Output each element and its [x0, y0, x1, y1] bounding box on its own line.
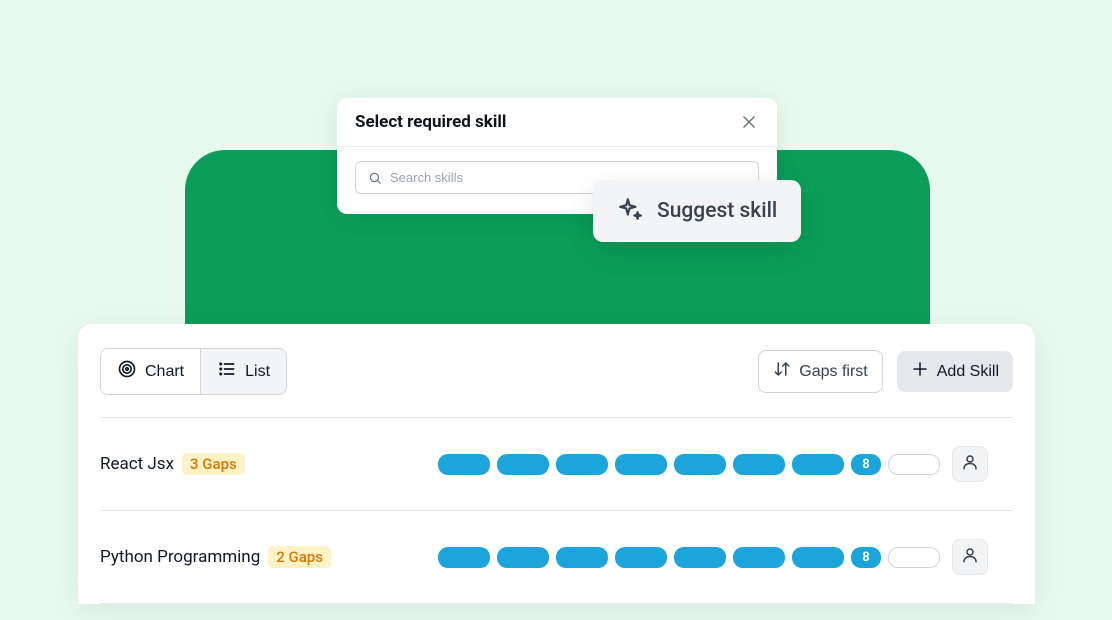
- level-segment-filled: [733, 547, 785, 568]
- level-segment-filled: [497, 454, 549, 475]
- level-segment-filled: [497, 547, 549, 568]
- suggest-skill-button[interactable]: Suggest skill: [593, 180, 801, 242]
- skill-label-area: Python Programming 2 Gaps: [100, 546, 438, 568]
- level-segment-empty: [888, 454, 940, 475]
- level-number-badge: 8: [851, 454, 881, 475]
- sparkle-icon: [617, 196, 643, 226]
- modal-title: Select required skill: [355, 112, 506, 132]
- list-view-button[interactable]: List: [201, 349, 286, 394]
- toolbar-actions: Gaps first Add Skill: [758, 350, 1013, 393]
- level-segment-filled: [438, 454, 490, 475]
- level-segment-filled: [615, 454, 667, 475]
- chart-view-label: Chart: [145, 363, 184, 381]
- assign-user-button[interactable]: [952, 446, 988, 482]
- level-number-badge: 8: [851, 547, 881, 568]
- user-icon: [961, 453, 979, 475]
- user-icon: [961, 546, 979, 568]
- sort-icon: [773, 360, 791, 383]
- level-segment-filled: [556, 454, 608, 475]
- list-view-label: List: [245, 363, 270, 381]
- level-indicator[interactable]: 8: [438, 547, 940, 568]
- level-segment-filled: [438, 547, 490, 568]
- skill-name: Python Programming: [100, 547, 260, 567]
- search-icon: [368, 171, 382, 185]
- target-icon: [117, 359, 137, 384]
- level-segment-filled: [792, 454, 844, 475]
- level-segment-filled: [615, 547, 667, 568]
- skill-name: React Jsx: [100, 454, 174, 474]
- list-icon: [217, 359, 237, 384]
- gap-badge: 3 Gaps: [182, 453, 245, 475]
- level-indicator[interactable]: 8: [438, 454, 940, 475]
- close-icon[interactable]: [739, 112, 759, 132]
- level-segment-empty: [888, 547, 940, 568]
- skill-row: React Jsx 3 Gaps 8: [100, 418, 1013, 511]
- sort-button[interactable]: Gaps first: [758, 350, 882, 393]
- level-segment-filled: [674, 547, 726, 568]
- level-segment-filled: [792, 547, 844, 568]
- view-toggle: Chart List: [100, 348, 287, 395]
- add-skill-button[interactable]: Add Skill: [897, 351, 1013, 392]
- skills-panel: Chart List: [78, 324, 1035, 604]
- plus-icon: [911, 360, 929, 383]
- gap-badge: 2 Gaps: [268, 546, 331, 568]
- level-segment-filled: [556, 547, 608, 568]
- modal-header: Select required skill: [337, 98, 777, 147]
- level-segment-filled: [733, 454, 785, 475]
- chart-view-button[interactable]: Chart: [101, 349, 201, 394]
- skill-label-area: React Jsx 3 Gaps: [100, 453, 438, 475]
- skill-row: Python Programming 2 Gaps 8: [100, 511, 1013, 604]
- level-segment-filled: [674, 454, 726, 475]
- add-skill-label: Add Skill: [937, 363, 999, 381]
- suggest-skill-label: Suggest skill: [657, 199, 777, 223]
- sort-label: Gaps first: [799, 363, 867, 381]
- assign-user-button[interactable]: [952, 539, 988, 575]
- toolbar: Chart List: [100, 348, 1013, 418]
